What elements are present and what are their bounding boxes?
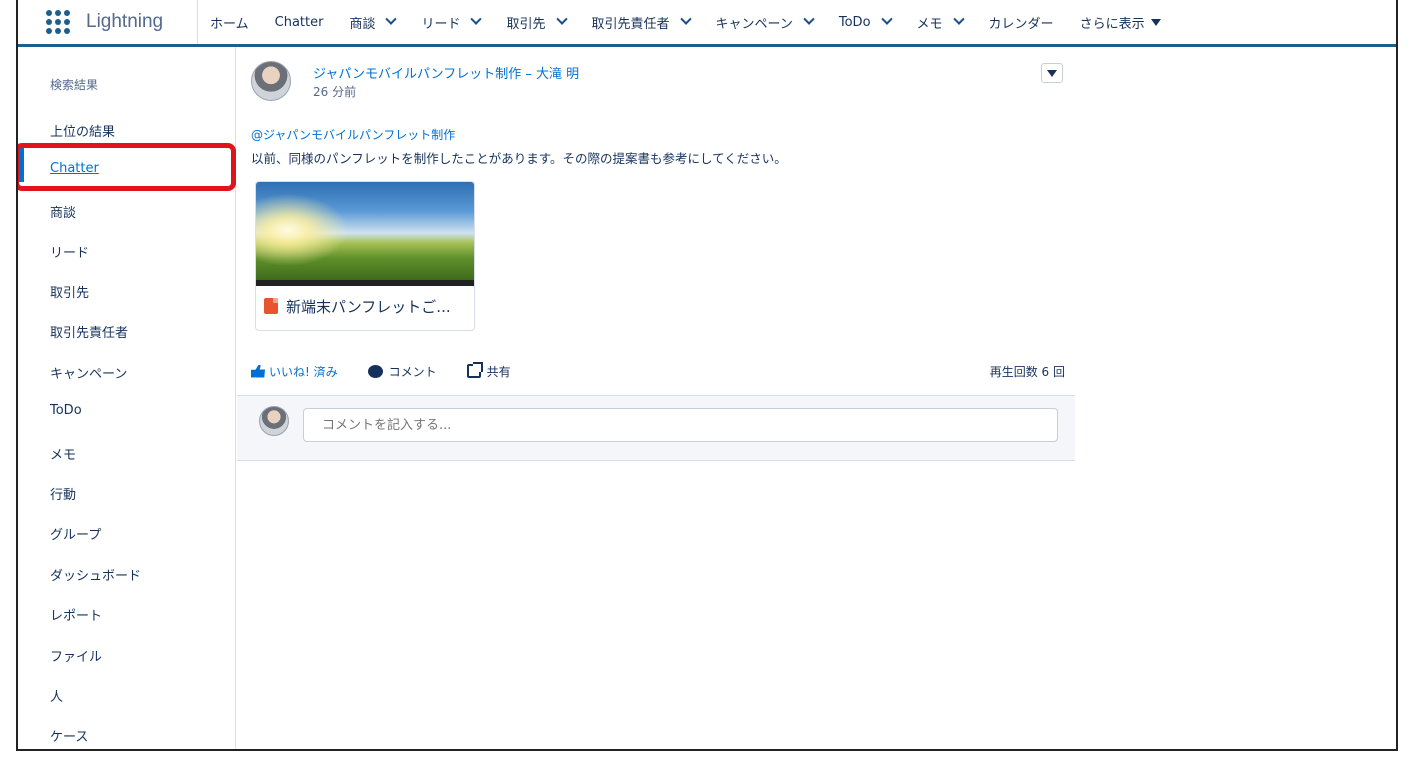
sidebar-item-top-results[interactable]: 上位の結果 bbox=[50, 121, 115, 140]
post-body-text: 以前、同様のパンフレットを制作したことがあります。その際の提案書も参考にしてくだ… bbox=[251, 151, 787, 166]
author-avatar[interactable] bbox=[251, 61, 291, 101]
sidebar-item-contacts[interactable]: 取引先責任者 bbox=[50, 322, 128, 341]
chatter-feed-post: ジャパンモバイルパンフレット制作 – 大滝 明 26 分前 @ジャパンモバイルパ… bbox=[237, 47, 1075, 461]
like-button[interactable]: いいね! 済み bbox=[251, 363, 338, 380]
sidebar-item-events[interactable]: 行動 bbox=[50, 484, 76, 503]
nav-tab-label: カレンダー bbox=[988, 16, 1054, 32]
chevron-down-icon[interactable] bbox=[385, 13, 398, 25]
like-label: いいね! 済み bbox=[269, 364, 338, 379]
file-thumbnail[interactable] bbox=[256, 182, 474, 286]
share-button[interactable]: 共有 bbox=[466, 362, 511, 380]
nav-tab-label: Chatter bbox=[274, 14, 324, 30]
nav-tab-todo[interactable]: ToDo bbox=[838, 13, 893, 30]
sidebar-header: 検索結果 bbox=[50, 78, 99, 92]
current-user-avatar bbox=[259, 406, 289, 436]
post-timestamp[interactable]: 26 分前 bbox=[313, 83, 356, 100]
nav-tab-contacts[interactable]: 取引先責任者 bbox=[591, 13, 692, 32]
highlight-box bbox=[18, 143, 236, 191]
sidebar-item-dashboards[interactable]: ダッシュボード bbox=[50, 565, 141, 584]
nav-tab-accounts[interactable]: 取引先 bbox=[506, 13, 568, 32]
view-count: 再生回数 6 回 bbox=[989, 364, 1065, 379]
nav-tab-label: ホーム bbox=[210, 16, 249, 32]
nav-tab-label: メモ bbox=[916, 16, 943, 32]
nav-more-button[interactable]: さらに表示 bbox=[1080, 13, 1161, 32]
comment-button[interactable]: コメント bbox=[367, 363, 437, 380]
chevron-down-icon[interactable] bbox=[803, 13, 815, 25]
chevron-down-icon[interactable] bbox=[952, 13, 965, 25]
nav-tab-leads[interactable]: リード bbox=[421, 13, 483, 32]
nav-more-label: さらに表示 bbox=[1079, 16, 1145, 32]
sidebar-item-groups[interactable]: グループ bbox=[50, 524, 101, 543]
nav-tab-label: 商談 bbox=[349, 16, 376, 32]
nav-items: ホーム Chatter 商談 リード 取引先 取引先責任者 キャンペーン ToD… bbox=[198, 0, 1187, 44]
nav-tab-label: リード bbox=[421, 16, 461, 32]
top-navigation: Lightning ホーム Chatter 商談 リード 取引先 取引先責任者 … bbox=[18, 0, 1396, 47]
search-results-sidebar: 検索結果 上位の結果 Chatter 商談 リード 取引先 取引先責任者 キャン… bbox=[18, 47, 236, 749]
sidebar-item-notes[interactable]: メモ bbox=[50, 444, 76, 463]
caret-down-icon bbox=[1047, 69, 1057, 77]
nav-tab-notes[interactable]: メモ bbox=[916, 13, 965, 32]
sidebar-item-todo[interactable]: ToDo bbox=[50, 403, 82, 418]
sidebar-item-campaigns[interactable]: キャンペーン bbox=[50, 363, 127, 382]
file-attachment-footer: 新端末パンフレットご... bbox=[256, 286, 474, 326]
app-window: Lightning ホーム Chatter 商談 リード 取引先 取引先責任者 … bbox=[16, 0, 1398, 751]
share-label: 共有 bbox=[486, 364, 511, 379]
sidebar-item-cases[interactable]: ケース bbox=[50, 726, 88, 745]
chevron-down-icon[interactable] bbox=[679, 13, 692, 25]
nav-tab-chatter[interactable]: Chatter bbox=[275, 15, 324, 30]
sidebar-item-files[interactable]: ファイル bbox=[50, 646, 102, 665]
app-launcher[interactable]: Lightning bbox=[18, 0, 198, 44]
comment-bubble-icon bbox=[367, 364, 383, 378]
nav-tab-label: キャンペーン bbox=[715, 16, 793, 32]
file-attachment-card[interactable]: 新端末パンフレットご... bbox=[255, 181, 475, 331]
comment-input[interactable] bbox=[303, 408, 1058, 442]
nav-tab-campaigns[interactable]: キャンペーン bbox=[715, 13, 815, 32]
sidebar-item-leads[interactable]: リード bbox=[50, 242, 89, 261]
nav-tab-label: 取引先 bbox=[506, 16, 546, 32]
post-mention-link[interactable]: @ジャパンモバイルパンフレット制作 bbox=[251, 126, 455, 143]
nav-tab-calendar[interactable]: カレンダー bbox=[989, 13, 1054, 32]
pdf-file-icon bbox=[264, 298, 278, 314]
comment-composer bbox=[237, 395, 1075, 461]
thumbs-up-icon bbox=[251, 364, 265, 378]
sidebar-item-people[interactable]: 人 bbox=[50, 686, 63, 705]
app-name: Lightning bbox=[86, 11, 164, 32]
chevron-down-icon[interactable] bbox=[555, 13, 568, 25]
caret-down-icon bbox=[1150, 18, 1161, 26]
post-author-link[interactable]: ジャパンモバイルパンフレット制作 – 大滝 明 bbox=[313, 63, 579, 82]
nav-tab-opportunities[interactable]: 商談 bbox=[349, 13, 398, 32]
nav-tab-home[interactable]: ホーム bbox=[210, 13, 249, 32]
sidebar-item-accounts[interactable]: 取引先 bbox=[50, 282, 89, 301]
sidebar-item-reports[interactable]: レポート bbox=[50, 605, 102, 624]
post-menu-button[interactable] bbox=[1041, 63, 1063, 83]
file-name[interactable]: 新端末パンフレットご... bbox=[286, 296, 451, 317]
nav-tab-label: ToDo bbox=[838, 14, 871, 30]
sidebar-item-opportunities[interactable]: 商談 bbox=[50, 202, 76, 221]
comment-label: コメント bbox=[388, 364, 437, 379]
share-icon bbox=[466, 362, 483, 378]
app-launcher-icon[interactable] bbox=[46, 10, 70, 34]
nav-tab-label: 取引先責任者 bbox=[591, 16, 670, 32]
post-actions: いいね! 済み コメント 共有 再生回数 6 回 bbox=[251, 361, 1071, 381]
chevron-down-icon[interactable] bbox=[470, 13, 483, 25]
chevron-down-icon[interactable] bbox=[880, 13, 893, 25]
